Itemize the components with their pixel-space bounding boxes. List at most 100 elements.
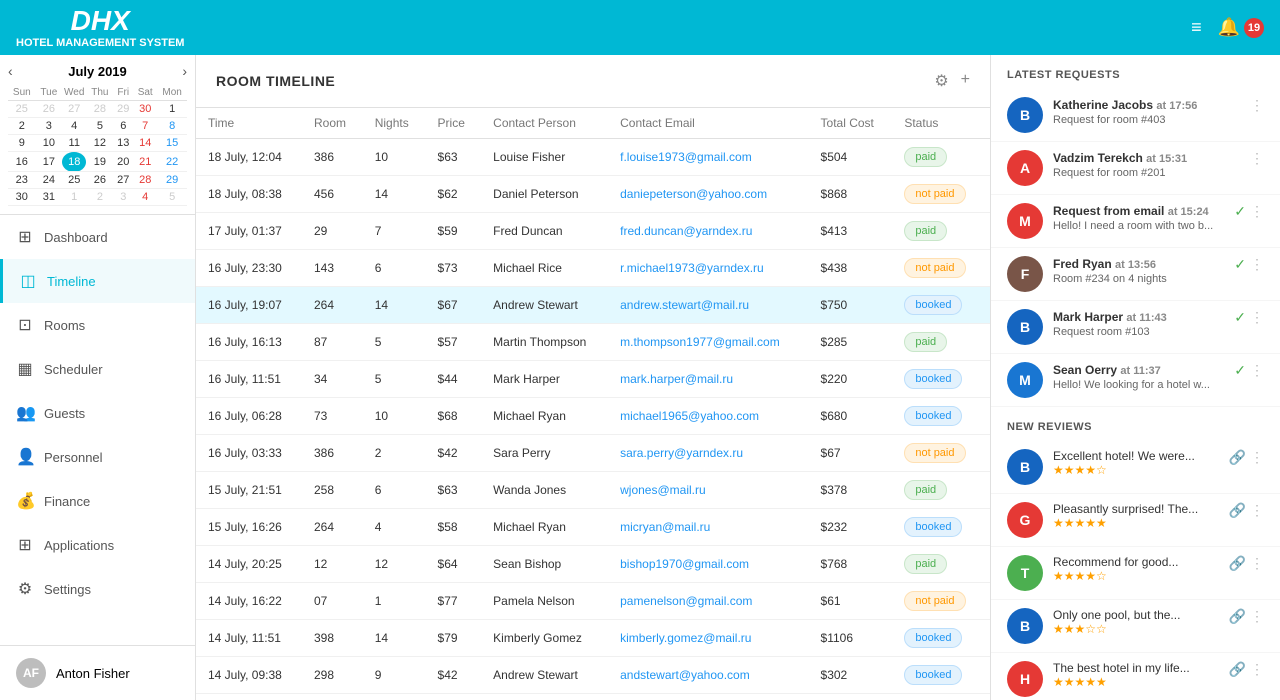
link-icon[interactable]: 🔗 [1229,555,1246,572]
link-icon[interactable]: 🔗 [1229,661,1246,678]
table-row[interactable]: 18 July, 12:04 386 10 $63 Louise Fisher … [196,139,990,176]
cal-cell[interactable]: 27 [113,172,133,189]
calendar-next[interactable]: › [182,63,187,79]
cal-cell[interactable]: 25 [8,101,36,118]
calendar-prev[interactable]: ‹ [8,63,13,79]
cal-cell[interactable]: 23 [8,172,36,189]
cal-cell[interactable]: 1 [62,189,86,206]
cell-total: $232 [809,509,893,546]
cal-cell[interactable]: 16 [8,152,36,172]
more-icon[interactable]: ⋮ [1250,256,1264,273]
cal-cell[interactable]: 28 [133,172,157,189]
cal-cell[interactable]: 21 [133,152,157,172]
cal-cell[interactable]: 17 [36,152,62,172]
cal-cell[interactable]: 14 [133,135,157,152]
sidebar-item-timeline[interactable]: ◫ Timeline [0,259,195,303]
sidebar-item-scheduler[interactable]: ▦ Scheduler [0,347,195,391]
cal-cell[interactable]: 11 [62,135,86,152]
add-icon[interactable]: + [961,71,970,91]
more-icon[interactable]: ⋮ [1250,203,1264,220]
cal-cell[interactable]: 6 [113,118,133,135]
sidebar-item-settings[interactable]: ⚙ Settings [0,567,195,611]
cal-cell[interactable]: 19 [86,152,113,172]
table-row[interactable]: 14 July, 11:51 398 14 $79 Kimberly Gomez… [196,620,990,657]
req-actions: ⋮ [1250,97,1264,114]
cal-cell[interactable]: 1 [157,101,187,118]
more-icon[interactable]: ⋮ [1250,661,1264,678]
more-icon[interactable]: ⋮ [1250,555,1264,572]
cal-cell[interactable]: 28 [86,101,113,118]
cal-cell[interactable]: 2 [8,118,36,135]
cal-cell[interactable]: 29 [157,172,187,189]
table-row[interactable]: 14 July, 07:37 178 12 $77 Amy Bishop amy… [196,694,990,700]
cal-cell[interactable]: 13 [113,135,133,152]
table-row[interactable]: 16 July, 16:13 87 5 $57 Martin Thompson … [196,324,990,361]
sidebar-item-applications[interactable]: ⊞ Applications [0,523,195,567]
sidebar-item-finance[interactable]: 💰 Finance [0,479,195,523]
cal-cell[interactable]: 26 [86,172,113,189]
table-row[interactable]: 17 July, 01:37 29 7 $59 Fred Duncan fred… [196,213,990,250]
req-text: Room #234 on 4 nights [1053,273,1224,285]
cal-cell[interactable]: 9 [8,135,36,152]
cal-cell[interactable]: 26 [36,101,62,118]
cal-cell[interactable]: 5 [157,189,187,206]
sidebar-item-dashboard[interactable]: ⊞ Dashboard [0,215,195,259]
sidebar-item-guests[interactable]: 👥 Guests [0,391,195,435]
link-icon[interactable]: 🔗 [1229,608,1246,625]
cal-cell[interactable]: 5 [86,118,113,135]
cal-cell[interactable]: 8 [157,118,187,135]
sidebar-item-rooms[interactable]: ⊡ Rooms [0,303,195,347]
cal-cell-today[interactable]: 18 [62,152,86,172]
cal-cell[interactable]: 4 [62,118,86,135]
cal-cell[interactable]: 10 [36,135,62,152]
more-icon[interactable]: ⋮ [1250,502,1264,519]
notification-icon[interactable]: 🔔 19 [1218,17,1264,38]
cal-cell[interactable]: 2 [86,189,113,206]
cal-cell[interactable]: 22 [157,152,187,172]
table-row[interactable]: 16 July, 06:28 73 10 $68 Michael Ryan mi… [196,398,990,435]
cell-room: 258 [302,472,363,509]
cal-cell[interactable]: 24 [36,172,62,189]
cal-cell[interactable]: 25 [62,172,86,189]
more-icon[interactable]: ⋮ [1250,97,1264,114]
table-row[interactable]: 14 July, 09:38 298 9 $42 Andrew Stewart … [196,657,990,694]
table-row[interactable]: 14 July, 20:25 12 12 $64 Sean Bishop bis… [196,546,990,583]
link-icon[interactable]: 🔗 [1229,502,1246,519]
table-row[interactable]: 16 July, 23:30 143 6 $73 Michael Rice r.… [196,250,990,287]
cal-cell[interactable]: 15 [157,135,187,152]
settings-icon[interactable]: ≡ [1191,17,1202,38]
cal-cell[interactable]: 4 [133,189,157,206]
more-icon[interactable]: ⋮ [1250,608,1264,625]
timeline-icon: ◫ [19,271,37,291]
more-icon[interactable]: ⋮ [1250,362,1264,379]
more-icon[interactable]: ⋮ [1250,449,1264,466]
cal-cell[interactable]: 20 [113,152,133,172]
cal-cell[interactable]: 30 [8,189,36,206]
req-text: Request for room #201 [1053,167,1240,179]
cal-cell[interactable]: 30 [133,101,157,118]
cell-total: $438 [809,250,893,287]
req-time: at 15:31 [1146,153,1187,165]
table-row[interactable]: 15 July, 16:26 264 4 $58 Michael Ryan mi… [196,509,990,546]
table-row[interactable]: 18 July, 08:38 456 14 $62 Daniel Peterso… [196,176,990,213]
col-status: Status [892,108,990,139]
sidebar-item-personnel[interactable]: 👤 Personnel [0,435,195,479]
cal-cell[interactable]: 3 [113,189,133,206]
cal-cell[interactable]: 12 [86,135,113,152]
table-row[interactable]: 15 July, 21:51 258 6 $63 Wanda Jones wjo… [196,472,990,509]
table-row[interactable]: 14 July, 16:22 07 1 $77 Pamela Nelson pa… [196,583,990,620]
cal-cell[interactable]: 7 [133,118,157,135]
link-icon[interactable]: 🔗 [1229,449,1246,466]
more-icon[interactable]: ⋮ [1250,150,1264,167]
filter-icon[interactable]: ⚙ [934,71,948,91]
timeline-title: ROOM TIMELINE [216,73,335,89]
table-row[interactable]: 16 July, 11:51 34 5 $44 Mark Harper mark… [196,361,990,398]
cal-cell[interactable]: 31 [36,189,62,206]
cal-cell[interactable]: 3 [36,118,62,135]
cal-cell[interactable]: 29 [113,101,133,118]
more-icon[interactable]: ⋮ [1250,309,1264,326]
cell-room: 87 [302,324,363,361]
table-row[interactable]: 16 July, 03:33 386 2 $42 Sara Perry sara… [196,435,990,472]
cal-cell[interactable]: 27 [62,101,86,118]
table-row[interactable]: 16 July, 19:07 264 14 $67 Andrew Stewart… [196,287,990,324]
